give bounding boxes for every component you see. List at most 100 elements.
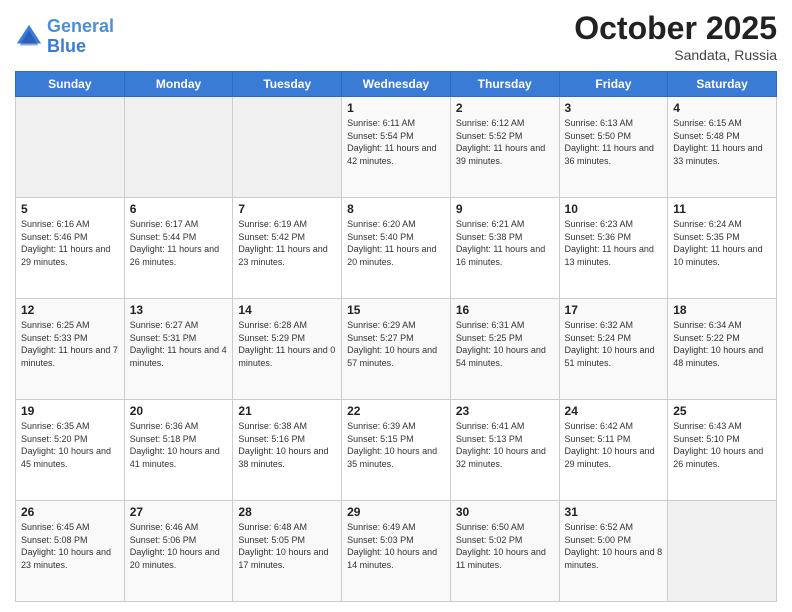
day-number: 30 (456, 505, 554, 519)
calendar-header-row: SundayMondayTuesdayWednesdayThursdayFrid… (16, 72, 777, 97)
calendar-cell: 12 Sunrise: 6:25 AMSunset: 5:33 PMDayligh… (16, 299, 125, 400)
day-info: Sunrise: 6:34 AMSunset: 5:22 PMDaylight:… (673, 319, 771, 369)
calendar-cell: 7Sunrise: 6:19 AMSunset: 5:42 PMDaylight… (233, 198, 342, 299)
calendar-cell: 18 Sunrise: 6:34 AMSunset: 5:22 PMDayligh… (668, 299, 777, 400)
day-number: 24 (565, 404, 663, 418)
day-info: Sunrise: 6:48 AMSunset: 5:05 PMDaylight:… (238, 521, 336, 571)
day-number: 3 (565, 101, 663, 115)
day-info: Sunrise: 6:32 AMSunset: 5:24 PMDaylight:… (565, 319, 663, 369)
logo-blue: Blue (47, 36, 86, 56)
calendar-cell: 29 Sunrise: 6:49 AMSunset: 5:03 PMDayligh… (342, 501, 451, 602)
day-info: Sunrise: 6:50 AMSunset: 5:02 PMDaylight:… (456, 521, 554, 571)
calendar-week-row: 26 Sunrise: 6:45 AMSunset: 5:08 PMDayligh… (16, 501, 777, 602)
day-info: Sunrise: 6:11 AMSunset: 5:54 PMDaylight:… (347, 117, 445, 167)
day-number: 20 (130, 404, 228, 418)
calendar-cell (668, 501, 777, 602)
day-info: Sunrise: 6:39 AMSunset: 5:15 PMDaylight:… (347, 420, 445, 470)
day-info: Sunrise: 6:42 AMSunset: 5:11 PMDaylight:… (565, 420, 663, 470)
day-number: 8 (347, 202, 445, 216)
day-info: Sunrise: 6:43 AMSunset: 5:10 PMDaylight:… (673, 420, 771, 470)
logo-icon (15, 23, 43, 51)
day-info: Sunrise: 6:27 AMSunset: 5:31 PMDaylight:… (130, 319, 228, 369)
logo: General Blue (15, 17, 114, 57)
day-number: 10 (565, 202, 663, 216)
day-info: Sunrise: 6:17 AMSunset: 5:44 PMDaylight:… (130, 218, 228, 268)
day-info: Sunrise: 6:12 AMSunset: 5:52 PMDaylight:… (456, 117, 554, 167)
day-number: 28 (238, 505, 336, 519)
day-info: Sunrise: 6:23 AMSunset: 5:36 PMDaylight:… (565, 218, 663, 268)
day-number: 23 (456, 404, 554, 418)
day-number: 16 (456, 303, 554, 317)
day-info: Sunrise: 6:35 AMSunset: 5:20 PMDaylight:… (21, 420, 119, 470)
day-info: Sunrise: 6:20 AMSunset: 5:40 PMDaylight:… (347, 218, 445, 268)
day-number: 4 (673, 101, 771, 115)
weekday-header-wednesday: Wednesday (342, 72, 451, 97)
day-info: Sunrise: 6:25 AMSunset: 5:33 PMDaylight:… (21, 319, 119, 369)
header: General Blue October 2025 Sandata, Russi… (15, 10, 777, 63)
day-info: Sunrise: 6:49 AMSunset: 5:03 PMDaylight:… (347, 521, 445, 571)
day-number: 1 (347, 101, 445, 115)
day-info: Sunrise: 6:52 AMSunset: 5:00 PMDaylight:… (565, 521, 663, 571)
day-info: Sunrise: 6:16 AMSunset: 5:46 PMDaylight:… (21, 218, 119, 268)
day-number: 18 (673, 303, 771, 317)
day-number: 6 (130, 202, 228, 216)
weekday-header-saturday: Saturday (668, 72, 777, 97)
day-number: 19 (21, 404, 119, 418)
calendar-cell: 14Sunrise: 6:28 AMSunset: 5:29 PMDayligh… (233, 299, 342, 400)
day-number: 31 (565, 505, 663, 519)
calendar-cell (233, 97, 342, 198)
calendar-week-row: 12 Sunrise: 6:25 AMSunset: 5:33 PMDayligh… (16, 299, 777, 400)
calendar-cell: 30 Sunrise: 6:50 AMSunset: 5:02 PMDayligh… (450, 501, 559, 602)
calendar-cell: 22Sunrise: 6:39 AMSunset: 5:15 PMDayligh… (342, 400, 451, 501)
day-info: Sunrise: 6:29 AMSunset: 5:27 PMDaylight:… (347, 319, 445, 369)
weekday-header-sunday: Sunday (16, 72, 125, 97)
calendar-cell: 23 Sunrise: 6:41 AMSunset: 5:13 PMDayligh… (450, 400, 559, 501)
day-number: 17 (565, 303, 663, 317)
day-number: 14 (238, 303, 336, 317)
day-number: 15 (347, 303, 445, 317)
day-info: Sunrise: 6:45 AMSunset: 5:08 PMDaylight:… (21, 521, 119, 571)
calendar-cell: 9Sunrise: 6:21 AMSunset: 5:38 PMDaylight… (450, 198, 559, 299)
calendar-cell: 3 Sunrise: 6:13 AMSunset: 5:50 PMDaylight… (559, 97, 668, 198)
day-info: Sunrise: 6:46 AMSunset: 5:06 PMDaylight:… (130, 521, 228, 571)
calendar-cell (16, 97, 125, 198)
calendar-week-row: 19 Sunrise: 6:35 AMSunset: 5:20 PMDayligh… (16, 400, 777, 501)
calendar-week-row: 1 Sunrise: 6:11 AMSunset: 5:54 PMDaylight… (16, 97, 777, 198)
day-info: Sunrise: 6:15 AMSunset: 5:48 PMDaylight:… (673, 117, 771, 167)
day-number: 13 (130, 303, 228, 317)
day-info: Sunrise: 6:24 AMSunset: 5:35 PMDaylight:… (673, 218, 771, 268)
calendar-cell: 26 Sunrise: 6:45 AMSunset: 5:08 PMDayligh… (16, 501, 125, 602)
day-info: Sunrise: 6:21 AMSunset: 5:38 PMDaylight:… (456, 218, 554, 268)
weekday-header-tuesday: Tuesday (233, 72, 342, 97)
day-number: 25 (673, 404, 771, 418)
calendar-week-row: 5 Sunrise: 6:16 AMSunset: 5:46 PMDaylight… (16, 198, 777, 299)
calendar-cell: 24 Sunrise: 6:42 AMSunset: 5:11 PMDayligh… (559, 400, 668, 501)
calendar-cell: 25 Sunrise: 6:43 AMSunset: 5:10 PMDayligh… (668, 400, 777, 501)
calendar-cell: 2 Sunrise: 6:12 AMSunset: 5:52 PMDaylight… (450, 97, 559, 198)
calendar-cell: 21Sunrise: 6:38 AMSunset: 5:16 PMDayligh… (233, 400, 342, 501)
day-number: 5 (21, 202, 119, 216)
day-number: 11 (673, 202, 771, 216)
day-number: 27 (130, 505, 228, 519)
calendar-cell: 5 Sunrise: 6:16 AMSunset: 5:46 PMDaylight… (16, 198, 125, 299)
day-info: Sunrise: 6:19 AMSunset: 5:42 PMDaylight:… (238, 218, 336, 268)
day-info: Sunrise: 6:41 AMSunset: 5:13 PMDaylight:… (456, 420, 554, 470)
calendar-cell: 15 Sunrise: 6:29 AMSunset: 5:27 PMDayligh… (342, 299, 451, 400)
day-number: 12 (21, 303, 119, 317)
day-info: Sunrise: 6:13 AMSunset: 5:50 PMDaylight:… (565, 117, 663, 167)
weekday-header-friday: Friday (559, 72, 668, 97)
day-number: 26 (21, 505, 119, 519)
calendar-cell: 4 Sunrise: 6:15 AMSunset: 5:48 PMDaylight… (668, 97, 777, 198)
logo-general: General (47, 16, 114, 36)
calendar-table: SundayMondayTuesdayWednesdayThursdayFrid… (15, 71, 777, 602)
calendar-cell: 27 Sunrise: 6:46 AMSunset: 5:06 PMDayligh… (124, 501, 233, 602)
day-info: Sunrise: 6:31 AMSunset: 5:25 PMDaylight:… (456, 319, 554, 369)
calendar-cell: 8 Sunrise: 6:20 AMSunset: 5:40 PMDaylight… (342, 198, 451, 299)
month-title: October 2025 (574, 10, 777, 47)
calendar-cell: 17 Sunrise: 6:32 AMSunset: 5:24 PMDayligh… (559, 299, 668, 400)
calendar-cell: 16 Sunrise: 6:31 AMSunset: 5:25 PMDayligh… (450, 299, 559, 400)
calendar-cell: 13 Sunrise: 6:27 AMSunset: 5:31 PMDayligh… (124, 299, 233, 400)
day-number: 2 (456, 101, 554, 115)
calendar-cell: 20Sunrise: 6:36 AMSunset: 5:18 PMDayligh… (124, 400, 233, 501)
day-number: 29 (347, 505, 445, 519)
